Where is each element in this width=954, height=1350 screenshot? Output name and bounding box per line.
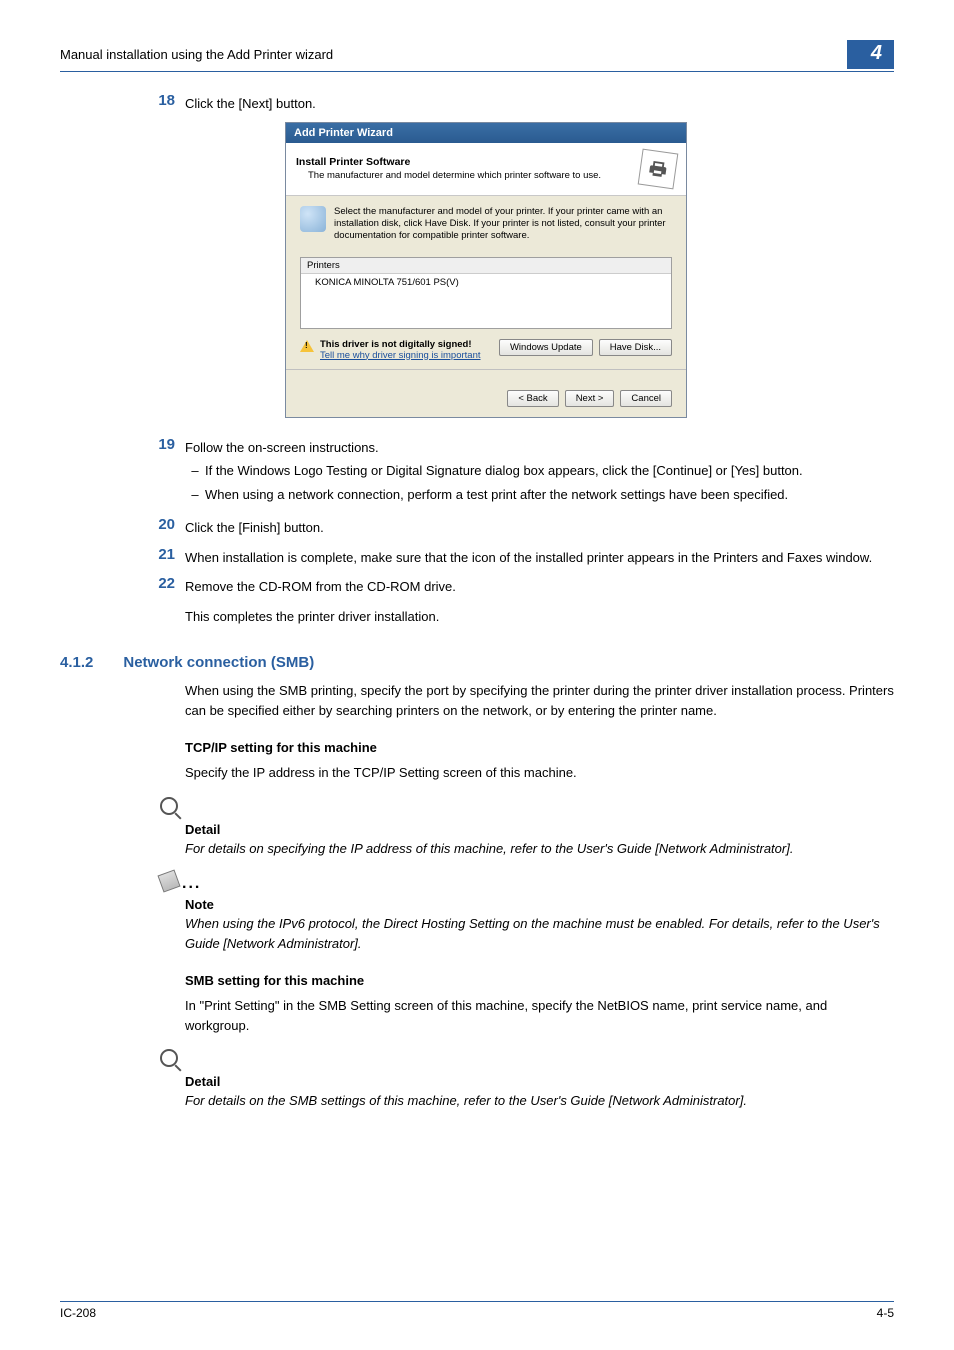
listbox-header: Printers [301, 258, 671, 274]
step-number: 18 [140, 92, 185, 114]
detail-title: Detail [185, 822, 894, 837]
step-number: 21 [140, 546, 185, 568]
step-text: Remove the CD-ROM from the CD-ROM drive. [185, 575, 894, 597]
next-button[interactable]: Next > [565, 390, 615, 407]
chapter-number: 4 [847, 40, 894, 69]
wizard-screenshot: Add Printer Wizard Install Printer Softw… [285, 122, 894, 418]
have-disk-button[interactable]: Have Disk... [599, 339, 672, 356]
step-sub-bullet: When using a network connection, perform… [205, 485, 894, 505]
step-text: Click the [Finish] button. [185, 516, 894, 538]
windows-update-button[interactable]: Windows Update [499, 339, 593, 356]
section-heading: 4.1.2 Network connection (SMB) [60, 654, 894, 671]
smb-text: In "Print Setting" in the SMB Setting sc… [140, 996, 894, 1035]
step-number: 20 [140, 516, 185, 538]
footer-left: IC-208 [60, 1306, 96, 1320]
detail-body: For details on specifying the IP address… [185, 839, 894, 859]
warning-icon [300, 340, 314, 352]
section-number: 4.1.2 [60, 654, 93, 671]
disk-icon [300, 206, 326, 232]
magnifier-icon [160, 797, 178, 815]
step-21: 21 When installation is complete, make s… [140, 546, 894, 568]
dots-icon: ... [182, 875, 201, 892]
step-text: When installation is complete, make sure… [185, 546, 894, 568]
note-body: When using the IPv6 protocol, the Direct… [185, 914, 894, 953]
note-title: Note [185, 897, 894, 912]
step-18: 18 Click the [Next] button. [140, 92, 894, 114]
header-title: Manual installation using the Add Printe… [60, 47, 333, 62]
note-callout: ... [160, 872, 894, 893]
footer-right: 4-5 [877, 1306, 894, 1320]
detail-body: For details on the SMB settings of this … [185, 1091, 894, 1111]
wizard-info-text: Select the manufacturer and model of you… [334, 206, 672, 243]
tcpip-heading: TCP/IP setting for this machine [140, 740, 894, 755]
page-header: Manual installation using the Add Printe… [60, 40, 894, 72]
wizard-subheading: The manufacturer and model determine whi… [296, 170, 640, 181]
cancel-button[interactable]: Cancel [620, 390, 672, 407]
section-title: Network connection (SMB) [123, 654, 314, 671]
detail-callout [160, 1049, 894, 1070]
back-button[interactable]: < Back [507, 390, 558, 407]
printers-listbox[interactable]: Printers KONICA MINOLTA 751/601 PS(V) [300, 257, 672, 329]
step-number: 19 [140, 436, 185, 509]
tcpip-text: Specify the IP address in the TCP/IP Set… [140, 763, 894, 783]
step-22: 22 Remove the CD-ROM from the CD-ROM dri… [140, 575, 894, 597]
smb-heading: SMB setting for this machine [140, 973, 894, 988]
detail-title: Detail [185, 1074, 894, 1089]
step-number: 22 [140, 575, 185, 597]
step-sub-bullet: If the Windows Logo Testing or Digital S… [205, 461, 894, 481]
step-20: 20 Click the [Finish] button. [140, 516, 894, 538]
magnifier-icon [160, 1049, 178, 1067]
page-footer: IC-208 4-5 [60, 1301, 894, 1320]
pencil-icon [157, 869, 180, 892]
listbox-item[interactable]: KONICA MINOLTA 751/601 PS(V) [301, 274, 671, 291]
wizard-heading: Install Printer Software [296, 156, 640, 168]
step-text: Follow the on-screen instructions. [185, 438, 894, 458]
printer-icon [638, 148, 679, 189]
step-19: 19 Follow the on-screen instructions. – … [140, 436, 894, 509]
warning-link[interactable]: Tell me why driver signing is important [320, 350, 481, 361]
detail-callout [160, 797, 894, 818]
section-intro: When using the SMB printing, specify the… [140, 681, 894, 720]
step-text: Click the [Next] button. [185, 92, 894, 114]
closing-text: This completes the printer driver instal… [185, 607, 894, 627]
wizard-titlebar: Add Printer Wizard [286, 123, 686, 143]
warning-text: This driver is not digitally signed! [320, 339, 481, 350]
